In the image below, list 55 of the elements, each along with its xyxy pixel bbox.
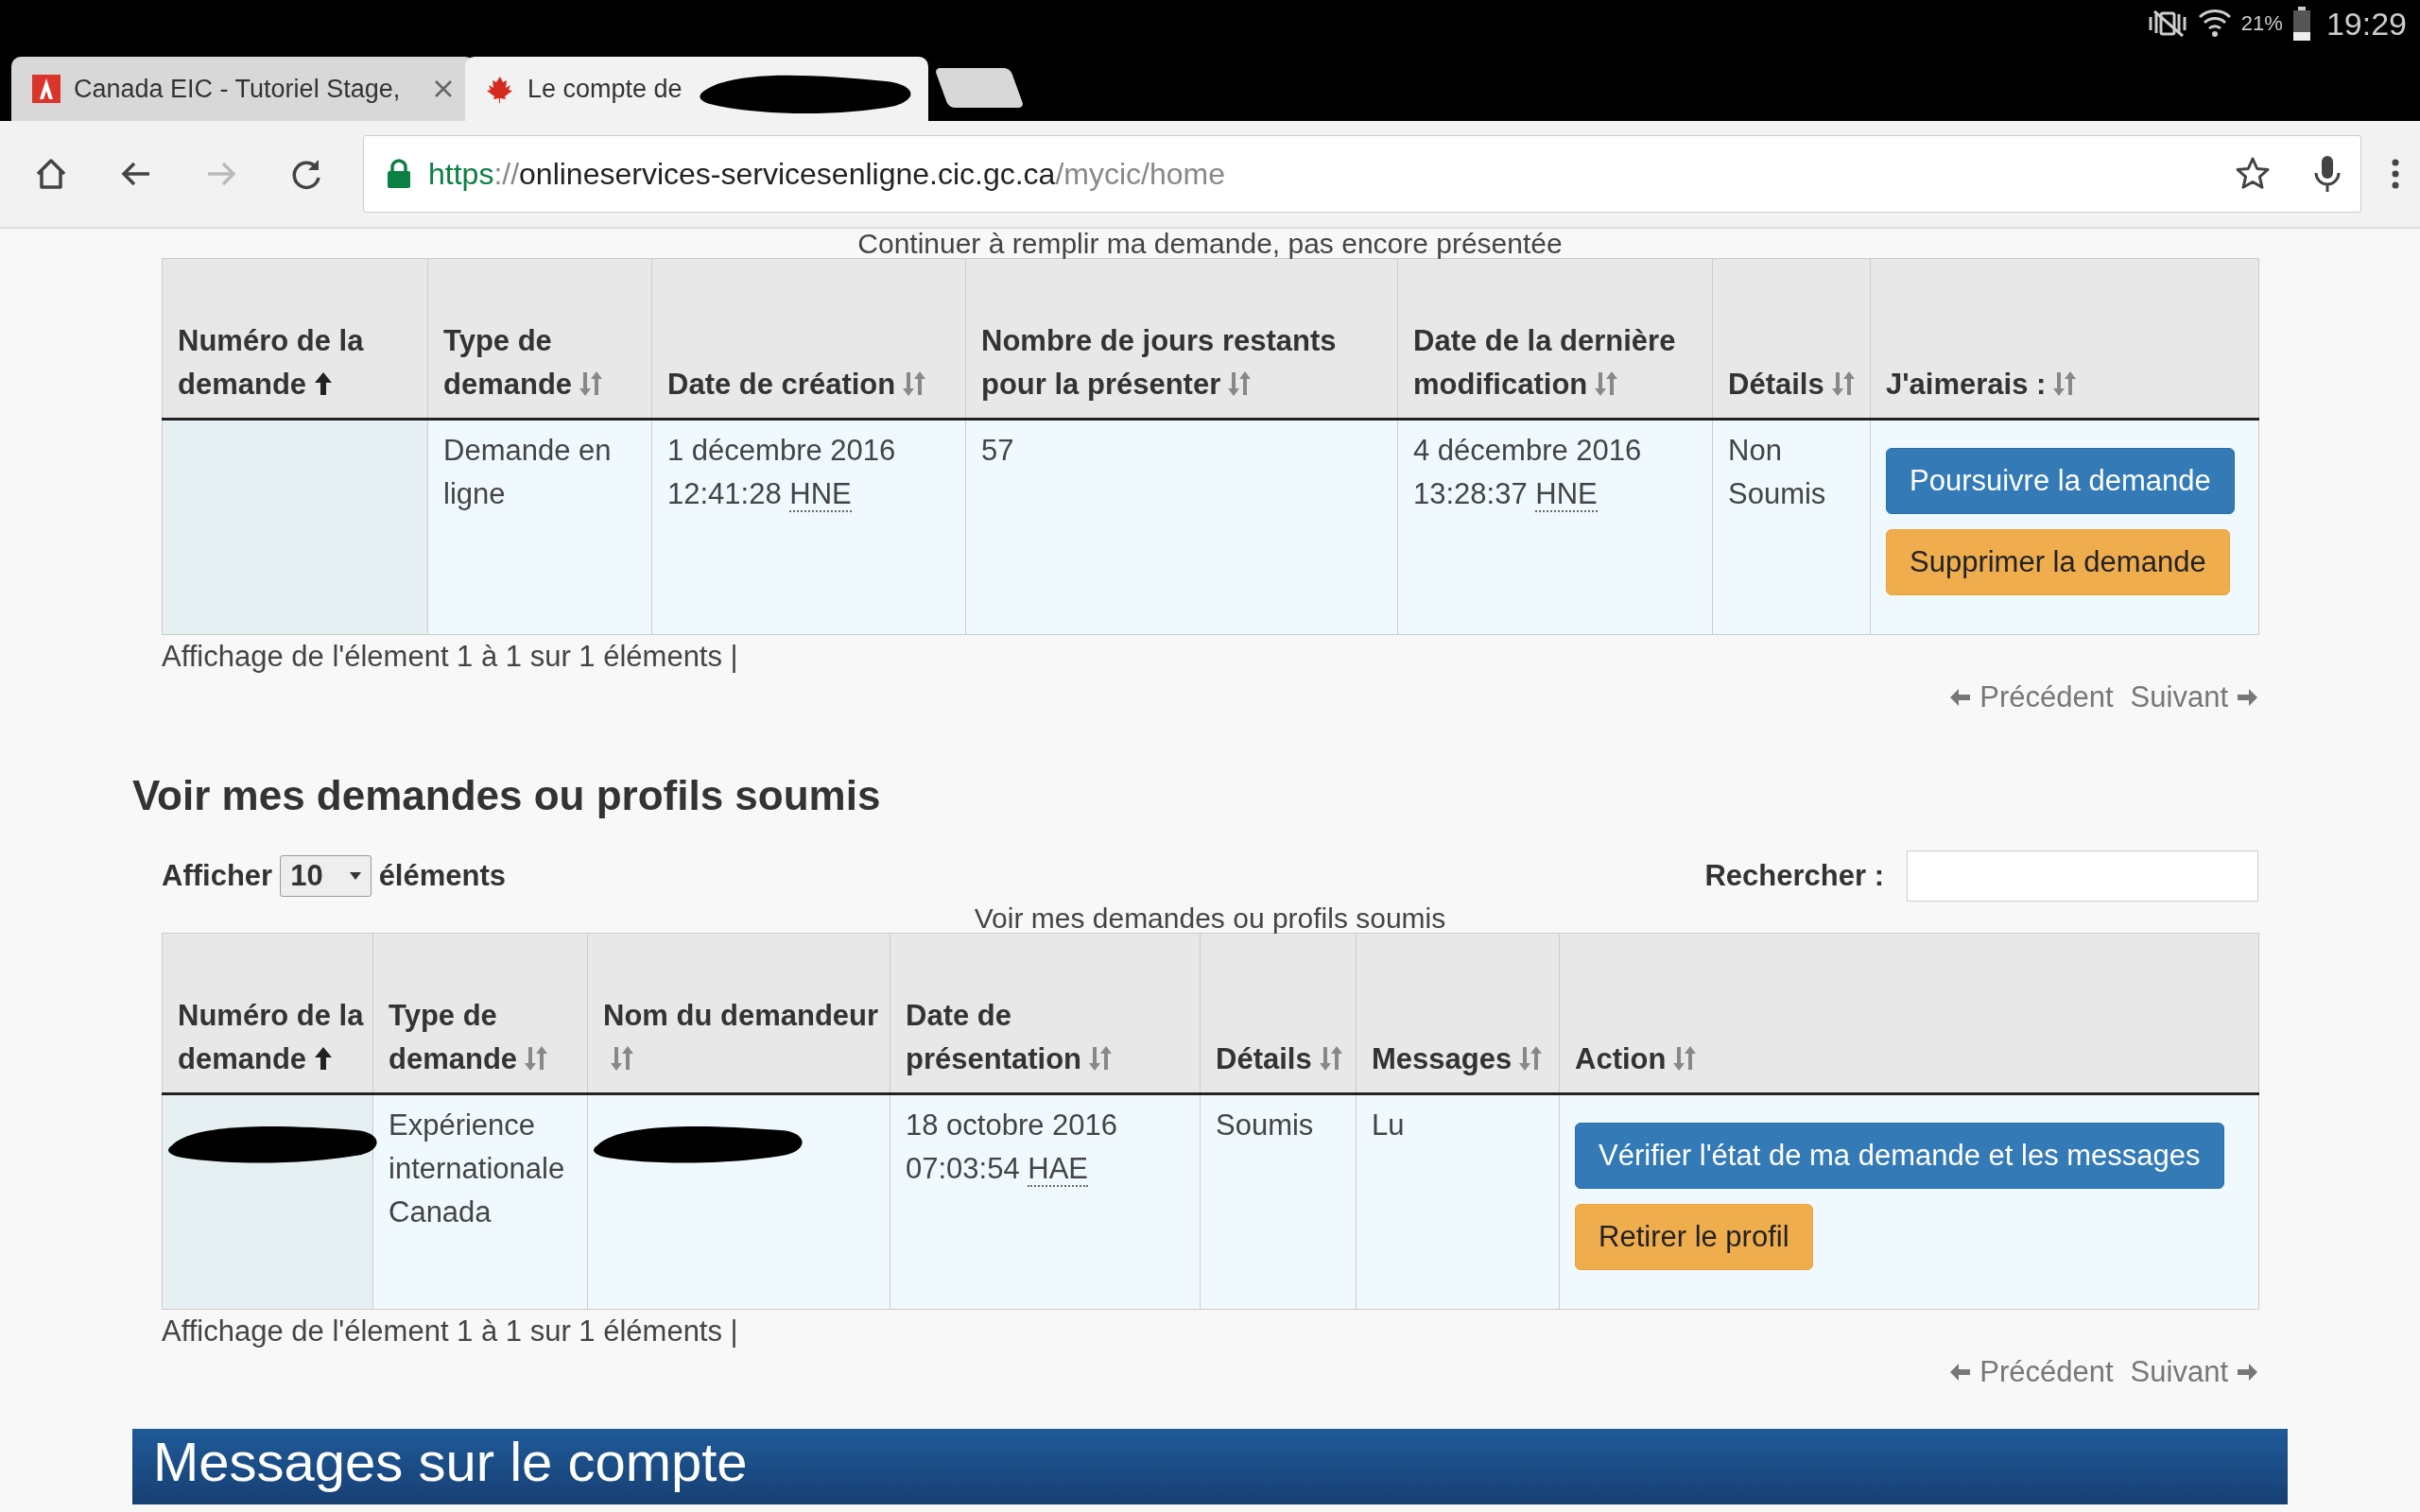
table-cell: 4 décembre 2016 13:28:37 HNE [1397, 419, 1713, 635]
table-caption: Continuer à remplir ma demande, pas encore présentée [856, 229, 1564, 258]
arrow-left-icon [1949, 1363, 1973, 1382]
sort-icon[interactable] [1673, 1045, 1697, 1072]
table-cell: Expérience internationale Canada [372, 1093, 588, 1310]
browser-tab[interactable]: Le compte de [465, 57, 928, 121]
battery-percent: 21% [2240, 11, 2283, 36]
lock-icon [387, 159, 411, 189]
url-text: https://onlineservices-servicesenligne.cic.gc.ca/mycic/home [428, 156, 1226, 192]
table-cell: 57 [965, 419, 1398, 635]
maple-leaf-icon [486, 75, 514, 103]
sort-icon[interactable] [1519, 1045, 1543, 1072]
table-info: Affichage de l'élement 1 à 1 sur 1 éléments | [162, 1314, 739, 1349]
sort-icon[interactable] [1595, 370, 1618, 397]
table-caption: Voir mes demandes ou profils soumis [973, 903, 1447, 933]
arrow-right-icon [2236, 1363, 2258, 1382]
sort-icon[interactable] [2053, 370, 2077, 397]
primary-button[interactable]: Poursuivre la demande [1886, 448, 2235, 514]
label: éléments [378, 859, 507, 893]
sort-icon[interactable] [903, 370, 926, 397]
url-field[interactable]: https://onlineservices-servicesenligne.cic.gc.ca/mycic/home [363, 135, 2361, 213]
section-heading: Voir mes demandes ou profils soumis [132, 771, 882, 820]
table-cell: Non Soumis [1712, 419, 1871, 635]
favicon-icon [32, 75, 60, 103]
sort-ascending-icon[interactable] [314, 370, 334, 397]
dropdown-caret-icon [349, 872, 361, 880]
microphone-icon[interactable] [2313, 154, 2342, 194]
battery-icon [2291, 7, 2311, 41]
clock: 19:29 [2325, 5, 2407, 43]
sort-icon[interactable] [1319, 1045, 1342, 1072]
table-cell: 1 décembre 2016 12:41:28 HNE [651, 419, 966, 635]
arrow-left-icon [1949, 688, 1973, 707]
page-size-select[interactable]: 10 [280, 855, 372, 897]
warning-button[interactable]: Supprimer la demande [1886, 529, 2230, 595]
sort-icon[interactable] [525, 1045, 548, 1072]
sort-icon[interactable] [1228, 370, 1252, 397]
sort-ascending-icon[interactable] [314, 1045, 334, 1072]
sort-icon[interactable] [1831, 370, 1855, 397]
table-cell: Soumis [1200, 1093, 1357, 1310]
table-cell: Demande en ligne [427, 419, 652, 635]
section-banner: Messages sur le compte [132, 1429, 2288, 1504]
sort-icon[interactable] [579, 370, 603, 397]
primary-button[interactable]: Vérifier l'état de ma demande et les messages [1575, 1123, 2224, 1189]
search-label: Rechercher : [1704, 859, 1884, 893]
table-info: Affichage de l'élement 1 à 1 sur 1 éléments | [162, 639, 739, 675]
table-cell: Lu [1356, 1093, 1560, 1310]
wifi-icon [2197, 8, 2232, 40]
label: Afficher [162, 859, 273, 893]
warning-button[interactable]: Retirer le profil [1575, 1204, 1813, 1270]
arrow-right-icon [2236, 688, 2258, 707]
sort-icon[interactable] [1089, 1045, 1113, 1072]
search-field[interactable] [1907, 850, 2258, 902]
sort-icon[interactable] [611, 1045, 633, 1072]
table-cell: 18 octobre 2016 07:03:54 HAE [890, 1093, 1201, 1310]
close-icon[interactable] [433, 78, 454, 99]
